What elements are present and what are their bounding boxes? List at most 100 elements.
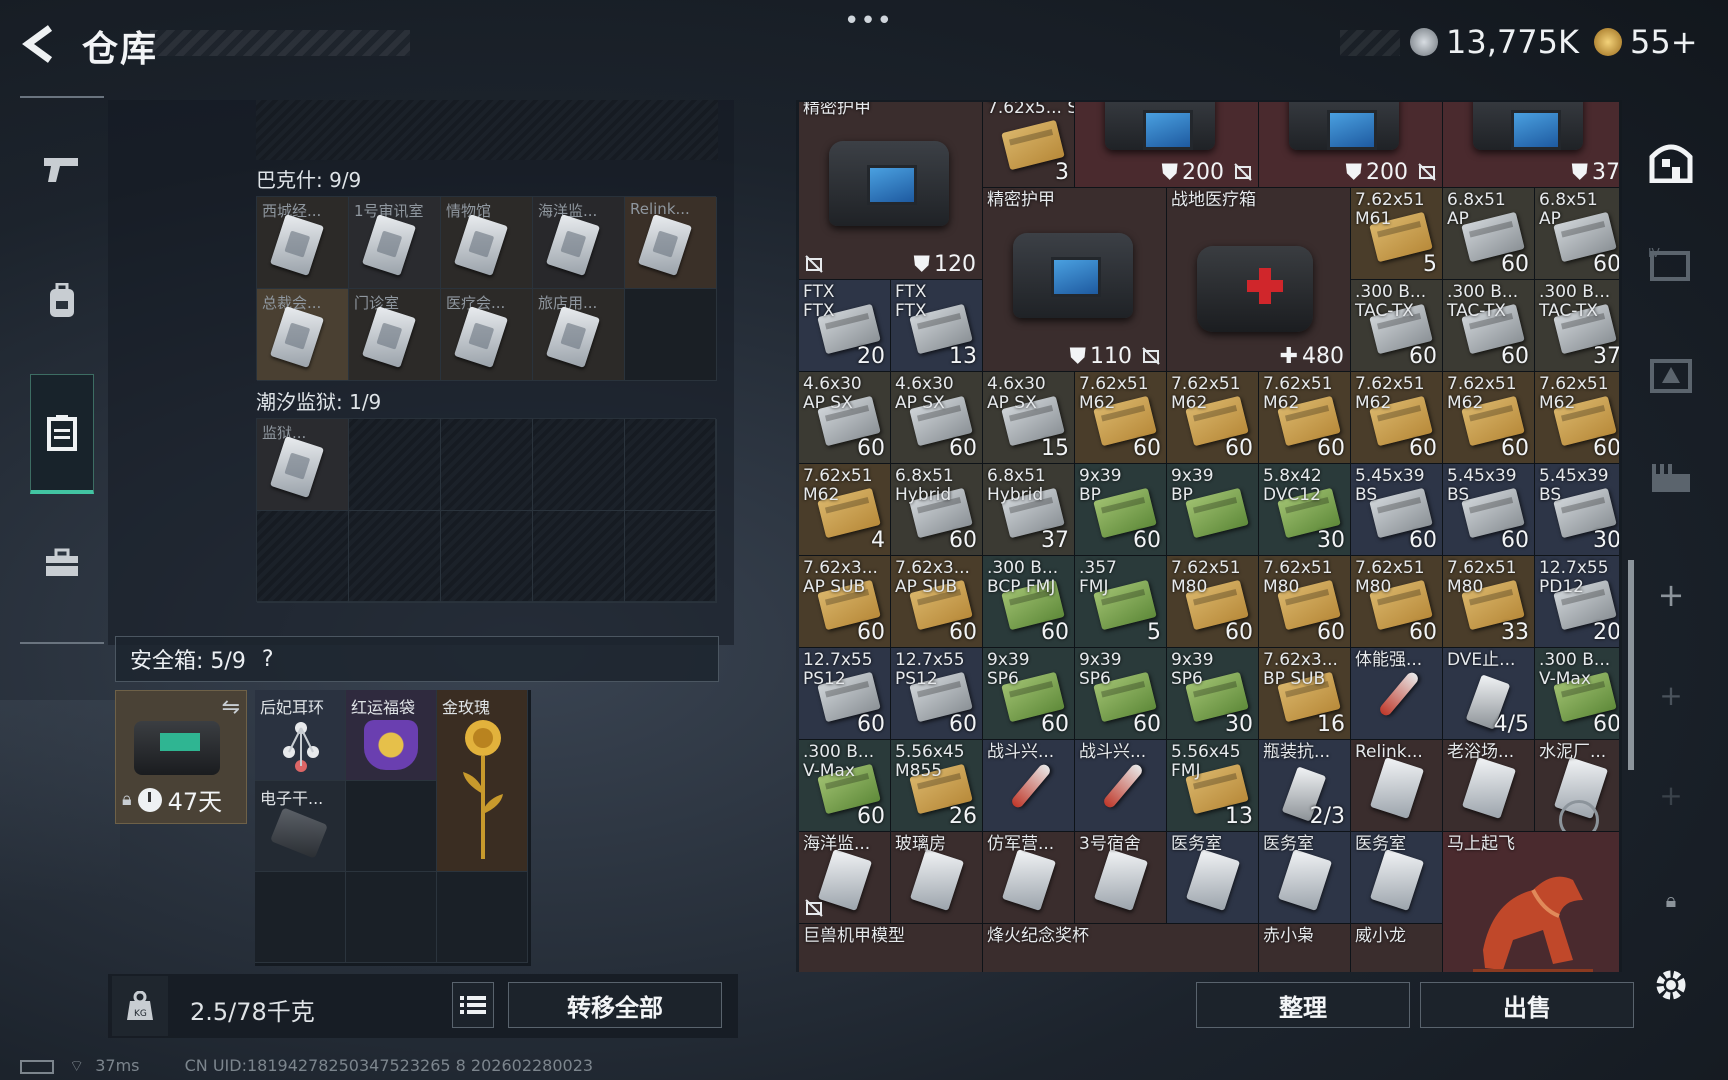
ammo-item[interactable]: .300 B... TAC-TX 60 (1443, 280, 1534, 371)
key-card-item[interactable]: 老浴场... (1443, 740, 1534, 831)
empty-slot[interactable] (533, 419, 625, 511)
ammo-item[interactable]: 4.6x30 AP SX 15 (983, 372, 1074, 463)
horse-statue-item[interactable]: 马上起飞 (1443, 832, 1619, 972)
safebox-case[interactable]: ⇋ 🔒︎ 47天 (115, 690, 247, 824)
key-card-item[interactable]: 医务室 (1351, 832, 1442, 923)
key-card-item[interactable]: 医务室 (1259, 832, 1350, 923)
key-card-item[interactable]: 3号宿舍 (1075, 832, 1166, 923)
empty-slot[interactable] (625, 289, 717, 381)
lock-icon[interactable]: 🔒︎ (1640, 865, 1702, 935)
collectible-item[interactable]: 烽火纪念奖杯 (983, 924, 1258, 972)
key-card-slot[interactable]: 医疗会... (441, 289, 533, 381)
key-card-item[interactable]: Relink... (1351, 740, 1442, 831)
ammo-item[interactable]: 9x39 SP6 60 (983, 648, 1074, 739)
nav-backpack[interactable] (30, 256, 94, 346)
ammo-item[interactable]: 4.6x30 AP SX 60 (799, 372, 890, 463)
ammo-item[interactable]: 5.8x42 DVC12 30 (1259, 464, 1350, 555)
nav-briefcase[interactable] (30, 518, 94, 608)
ammo-item[interactable]: FTX FTX 13 (891, 280, 982, 371)
sell-button[interactable]: 出售 (1420, 982, 1634, 1028)
tab-storage-train[interactable] (1640, 445, 1702, 515)
storage-scrollbar[interactable] (1628, 560, 1634, 770)
ammo-item[interactable]: 7.62x3... AP SUB 60 (891, 556, 982, 647)
ammo-item[interactable]: 7.62x51 M62 60 (1443, 372, 1534, 463)
ammo-item[interactable]: 7.62x3... AP SUB 60 (799, 556, 890, 647)
ammo-item[interactable]: 7.62x51 M62 60 (1535, 372, 1619, 463)
ammo-item[interactable]: 7.62x51 M62 60 (1351, 372, 1442, 463)
ammo-item[interactable]: 7.62x51 M62 4 (799, 464, 890, 555)
empty-slot[interactable] (349, 511, 441, 603)
nav-storage[interactable] (30, 374, 94, 494)
ammo-item[interactable]: .300 B... TAC-TX 37 (1535, 280, 1619, 371)
ammo-item[interactable]: .300 B... BCP FMJ 60 (983, 556, 1074, 647)
nav-weapons[interactable] (30, 124, 94, 214)
ammo-item[interactable]: .300 B... TAC-TX 60 (1351, 280, 1442, 371)
safebox-empty-slot[interactable] (346, 781, 437, 872)
swap-icon[interactable]: ⇋ (222, 695, 240, 720)
settings-gear-icon[interactable] (1640, 950, 1702, 1020)
empty-slot[interactable] (533, 511, 625, 603)
consumable-item[interactable]: 战斗兴... (1075, 740, 1166, 831)
ammo-item[interactable]: 9x39 BP 60 (1075, 464, 1166, 555)
currency-premium[interactable]: 55+ (1594, 22, 1698, 62)
ammo-item[interactable]: .357 FMJ 5 (1075, 556, 1166, 647)
ammo-item[interactable]: .300 B... V-Max 60 (1535, 648, 1619, 739)
safebox-item[interactable]: 电子干... (255, 781, 346, 872)
consumable-item[interactable]: 瓶装抗... 2/3 (1259, 740, 1350, 831)
collectible-item[interactable]: 巨兽机甲模型 (799, 924, 982, 972)
tab-main-storage[interactable] (1640, 126, 1702, 196)
key-card-slot[interactable]: 旅店用... (533, 289, 625, 381)
empty-slot[interactable] (257, 511, 349, 603)
ammo-item[interactable]: 7.62x51 M80 33 (1443, 556, 1534, 647)
armor-item[interactable]: ⛊ 200 (1075, 102, 1258, 187)
key-card-slot[interactable]: Relink... (625, 197, 717, 289)
ammo-item[interactable]: 7.62x51 M61 5 (1351, 188, 1442, 279)
empty-slot[interactable] (441, 419, 533, 511)
key-card-slot[interactable]: 海洋监... (533, 197, 625, 289)
ammo-item[interactable]: 7.62x51 M62 60 (1167, 372, 1258, 463)
empty-slot[interactable] (441, 511, 533, 603)
ammo-item[interactable]: 5.56x45 FMJ 13 (1167, 740, 1258, 831)
armor-item[interactable]: 精密护甲 ⛊ 110 (983, 188, 1166, 371)
add-storage-icon[interactable]: + (1640, 660, 1702, 730)
ammo-item[interactable]: 12.7x55 PS12 60 (799, 648, 890, 739)
key-card-slot[interactable]: 情物馆 (441, 197, 533, 289)
key-card-slot[interactable]: 总裁会... (257, 289, 349, 381)
safebox-empty-slot[interactable] (437, 872, 528, 963)
key-card-item[interactable]: 海洋监... (799, 832, 890, 923)
add-storage-icon[interactable]: + (1640, 760, 1702, 830)
collectible-item[interactable]: 威小龙 (1351, 924, 1442, 972)
ammo-item[interactable]: 5.45x39 BS 30 (1535, 464, 1619, 555)
safebox-empty-slot[interactable] (346, 872, 437, 963)
ammo-item[interactable]: 6.8x51 AP 60 (1443, 188, 1534, 279)
ammo-item[interactable]: 6.8x51 Hybrid 60 (891, 464, 982, 555)
ammo-item[interactable]: 9x39 SP6 60 (1075, 648, 1166, 739)
transfer-all-button[interactable]: 转移全部 (508, 982, 722, 1028)
ammo-item[interactable]: 5.45x39 BS 60 (1351, 464, 1442, 555)
key-card-item[interactable]: 玻璃房 (891, 832, 982, 923)
collectible-item[interactable]: 赤小枭 (1259, 924, 1350, 972)
ammo-item[interactable]: 5.45x39 BS 60 (1443, 464, 1534, 555)
key-card-item[interactable]: 医务室 (1167, 832, 1258, 923)
ammo-item[interactable]: 6.8x51 AP 60 (1535, 188, 1619, 279)
empty-slot[interactable] (349, 419, 441, 511)
ammo-item[interactable]: FTX FTX 20 (799, 280, 890, 371)
ammo-item[interactable]: 5.56x45 M855 26 (891, 740, 982, 831)
empty-slot[interactable] (625, 419, 717, 511)
consumable-item[interactable]: 体能强... (1351, 648, 1442, 739)
ammo-item[interactable]: 7.62x51 M80 60 (1259, 556, 1350, 647)
ammo-item[interactable]: 7.62x51 M80 60 (1351, 556, 1442, 647)
ammo-item[interactable]: 12.7x55 PS12 60 (891, 648, 982, 739)
key-card-slot[interactable]: 西城经... (257, 197, 349, 289)
back-arrow-icon[interactable] (18, 22, 62, 66)
safebox-item[interactable]: 金玫瑰 (437, 690, 528, 872)
safebox-item[interactable]: 红运福袋 (346, 690, 437, 781)
key-card-slot[interactable]: 门诊室 (349, 289, 441, 381)
ammo-item[interactable]: 9x39 BP (1167, 464, 1258, 555)
ammo-item[interactable]: 7.62x51 M80 60 (1167, 556, 1258, 647)
ammo-item[interactable]: 4.6x30 AP SX 60 (891, 372, 982, 463)
armor-item[interactable]: 精密护甲 ⛊ 120 (799, 102, 982, 279)
ammo-item[interactable]: 9x39 SP6 30 (1167, 648, 1258, 739)
empty-slot[interactable] (625, 511, 717, 603)
ammo-item[interactable]: .300 B... V-Max 60 (799, 740, 890, 831)
